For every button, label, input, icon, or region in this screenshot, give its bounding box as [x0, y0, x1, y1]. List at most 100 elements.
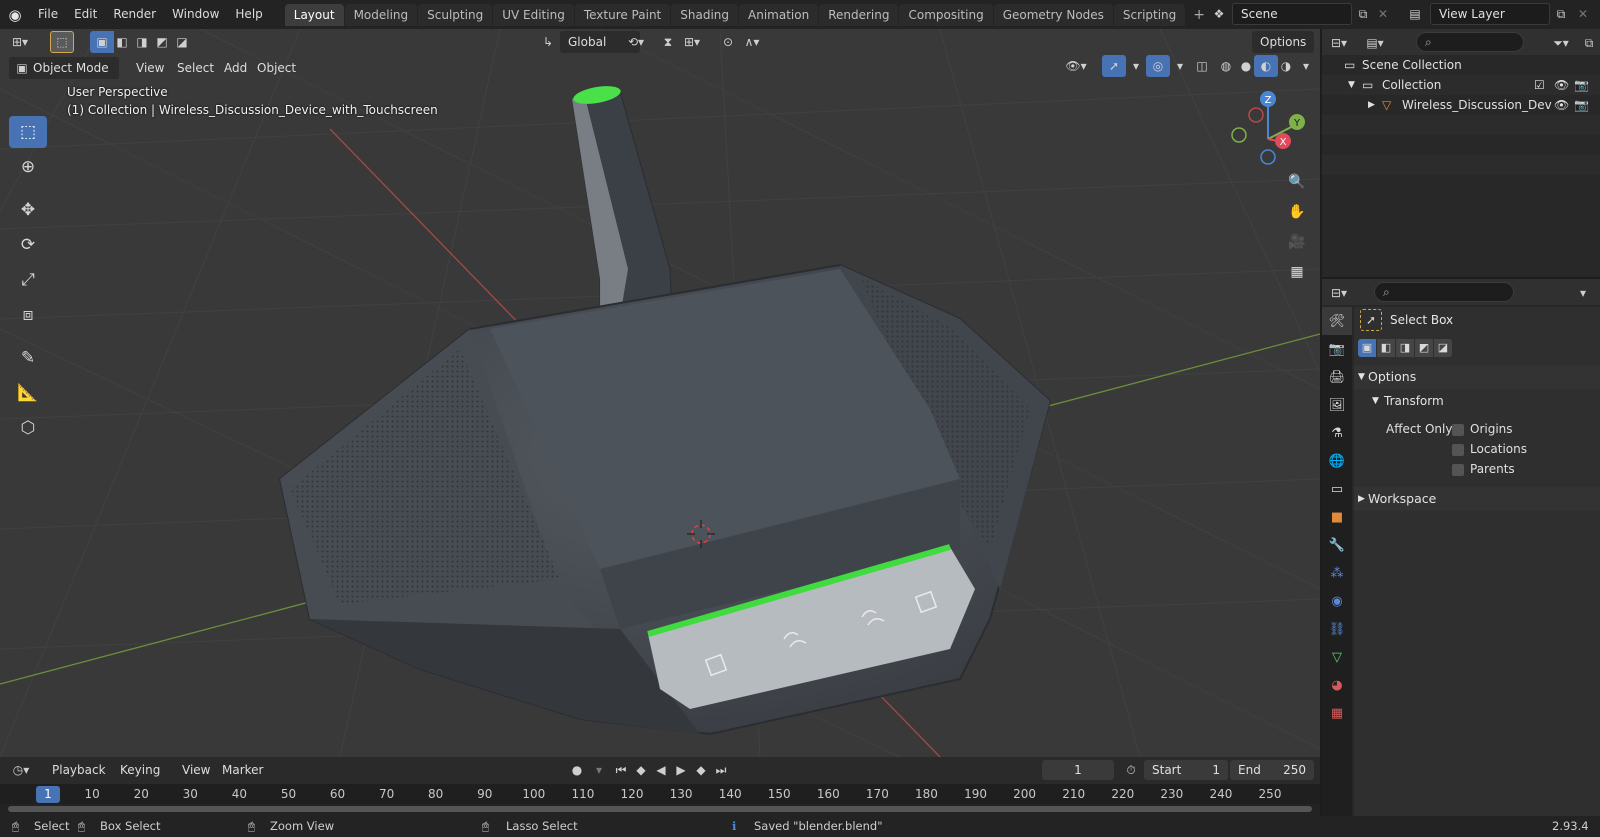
- tab-compositing[interactable]: Compositing: [899, 3, 993, 26]
- new-view-layer-icon[interactable]: ⧉: [1550, 3, 1572, 25]
- playhead[interactable]: 1: [36, 786, 60, 803]
- delete-view-layer-icon[interactable]: ✕: [1572, 3, 1594, 25]
- collection-tab-icon[interactable]: ▭: [1322, 475, 1352, 503]
- origins-checkbox[interactable]: Origins: [1452, 420, 1513, 438]
- modifier-tab-icon[interactable]: 🔧: [1322, 531, 1352, 559]
- menu-file[interactable]: File: [30, 0, 66, 29]
- properties-editor-icon[interactable]: ⊟▾: [1328, 282, 1350, 304]
- transform-tool-icon[interactable]: ⧈: [9, 299, 47, 331]
- overlay-toggle-icon[interactable]: ◎: [1146, 55, 1170, 77]
- render-camera-icon[interactable]: 📷: [1574, 75, 1589, 95]
- select-tool-icon[interactable]: ⬚: [50, 31, 74, 53]
- locations-checkbox[interactable]: Locations: [1452, 440, 1527, 458]
- properties-options-icon[interactable]: ▾: [1572, 282, 1594, 304]
- outliner-editor-icon[interactable]: ⊟▾: [1328, 32, 1350, 54]
- current-frame-field[interactable]: 1: [1042, 760, 1114, 780]
- menu-edit[interactable]: Edit: [66, 0, 105, 29]
- tool-tab-icon[interactable]: 🛠: [1322, 307, 1352, 335]
- measure-tool-icon[interactable]: 📐: [9, 377, 47, 409]
- tab-rendering[interactable]: Rendering: [819, 3, 899, 26]
- workspace-section[interactable]: ▶ Workspace: [1354, 487, 1600, 511]
- next-keyframe-icon[interactable]: ◆: [690, 759, 712, 781]
- snap-toggle-icon[interactable]: ⧗: [656, 31, 680, 53]
- jump-start-icon[interactable]: ⏮: [610, 759, 632, 781]
- hide-eye-icon[interactable]: 👁: [1554, 95, 1569, 115]
- view-layer-tab-icon[interactable]: 🖼: [1322, 391, 1352, 419]
- jump-end-icon[interactable]: ⏭: [710, 759, 732, 781]
- preview-range-icon[interactable]: ⏱: [1120, 759, 1142, 781]
- mode-intersect-icon[interactable]: ◪: [1434, 339, 1452, 357]
- blender-logo-icon[interactable]: ◉: [0, 0, 30, 29]
- menu-playback[interactable]: Playback: [46, 759, 112, 781]
- properties-search-input[interactable]: ⌕: [1374, 282, 1514, 302]
- particles-tab-icon[interactable]: ⁂: [1322, 559, 1352, 587]
- editor-type-icon[interactable]: ⊞▾: [8, 31, 32, 53]
- outliner-object[interactable]: ▶ ▽ Wireless_Discussion_Dev 👁 📷: [1322, 95, 1600, 115]
- timeline-editor-icon[interactable]: ◷▾: [10, 759, 32, 781]
- rotate-tool-icon[interactable]: ⟳: [9, 229, 47, 261]
- filter-icon[interactable]: ⏷▾: [1550, 32, 1572, 54]
- outliner-scene-collection[interactable]: ▭ Scene Collection: [1322, 55, 1600, 75]
- move-tool-icon[interactable]: ✥: [9, 194, 47, 226]
- perspective-toggle-icon[interactable]: ▦: [1284, 259, 1310, 285]
- end-frame-field[interactable]: End 250: [1230, 760, 1314, 780]
- view-layer-field[interactable]: View Layer: [1430, 3, 1550, 25]
- navigation-gizmo[interactable]: Z Y X: [1231, 91, 1305, 165]
- material-tab-icon[interactable]: ◕: [1322, 671, 1352, 699]
- scale-tool-icon[interactable]: ⤢: [9, 264, 47, 296]
- keying-set-icon[interactable]: ▾: [588, 759, 610, 781]
- xray-icon[interactable]: ◫: [1190, 55, 1214, 77]
- tab-texture-paint[interactable]: Texture Paint: [574, 3, 671, 26]
- select-box-tool-icon[interactable]: ⬚: [9, 116, 47, 148]
- outliner-collection[interactable]: ▼ ▭ Collection ☑ 👁 📷: [1322, 75, 1600, 95]
- prev-keyframe-icon[interactable]: ◆: [630, 759, 652, 781]
- options-section[interactable]: ▼ Options: [1354, 365, 1600, 389]
- snap-target-icon[interactable]: ⊞▾: [680, 31, 704, 53]
- gizmo-options-icon[interactable]: ▾: [1124, 55, 1148, 77]
- display-mode-icon[interactable]: ▤▾: [1364, 32, 1386, 54]
- mode-invert-icon[interactable]: ◩: [1415, 339, 1433, 357]
- play-icon[interactable]: ▶: [670, 759, 692, 781]
- physics-tab-icon[interactable]: ◉: [1322, 587, 1352, 615]
- timeline-scrollbar[interactable]: [8, 806, 1312, 812]
- shading-options-icon[interactable]: ▾: [1294, 55, 1318, 77]
- tab-sculpting[interactable]: Sculpting: [418, 3, 493, 26]
- frame-ruler[interactable]: 1 10 20 30 40 50 60 70 80 90 100 110 120 130 140 150 16…: [0, 784, 1320, 804]
- add-cube-tool-icon[interactable]: ⬡: [9, 412, 47, 444]
- mode-extend-icon[interactable]: ◧: [1377, 339, 1395, 357]
- options-dropdown[interactable]: Options: [1252, 31, 1315, 53]
- data-tab-icon[interactable]: ▽: [1322, 643, 1352, 671]
- tab-layout[interactable]: Layout: [284, 3, 344, 26]
- scene-tab-icon[interactable]: ⚗: [1322, 419, 1352, 447]
- pan-hand-icon[interactable]: ✋: [1284, 199, 1310, 225]
- parents-checkbox[interactable]: Parents: [1452, 460, 1515, 478]
- overlay-options-icon[interactable]: ▾: [1168, 55, 1192, 77]
- annotate-tool-icon[interactable]: ✎: [9, 342, 47, 374]
- zoom-icon[interactable]: 🔍: [1284, 169, 1310, 195]
- falloff-icon[interactable]: ∧▾: [740, 31, 764, 53]
- output-tab-icon[interactable]: 🖨: [1322, 363, 1352, 391]
- world-tab-icon[interactable]: 🌐: [1322, 447, 1352, 475]
- cursor-tool-icon[interactable]: ⊕: [9, 151, 47, 183]
- transform-section[interactable]: ▼ Transform: [1354, 389, 1600, 413]
- camera-view-icon[interactable]: 🎥: [1284, 229, 1310, 255]
- select-intersect-icon[interactable]: ◪: [170, 31, 194, 53]
- start-frame-field[interactable]: Start 1: [1144, 760, 1228, 780]
- menu-object[interactable]: Object: [251, 57, 302, 79]
- auto-key-icon[interactable]: ●: [566, 759, 588, 781]
- tab-animation[interactable]: Animation: [739, 3, 819, 26]
- mode-subtract-icon[interactable]: ◨: [1396, 339, 1414, 357]
- proportional-edit-icon[interactable]: ⊙: [716, 31, 740, 53]
- menu-view[interactable]: View: [130, 57, 170, 79]
- scene-selector-icon[interactable]: ❖: [1208, 3, 1230, 25]
- expand-arrow-icon[interactable]: ▼: [1348, 75, 1355, 95]
- delete-scene-icon[interactable]: ✕: [1372, 3, 1394, 25]
- visibility-icon[interactable]: 👁▾: [1064, 55, 1088, 77]
- menu-select[interactable]: Select: [171, 57, 220, 79]
- device-model[interactable]: [278, 83, 1052, 736]
- menu-window[interactable]: Window: [164, 0, 227, 29]
- exclude-checkbox-icon[interactable]: ☑: [1534, 75, 1545, 95]
- menu-help[interactable]: Help: [227, 0, 270, 29]
- scene-name-field[interactable]: Scene: [1232, 3, 1352, 25]
- new-collection-icon[interactable]: ⧉: [1578, 32, 1600, 54]
